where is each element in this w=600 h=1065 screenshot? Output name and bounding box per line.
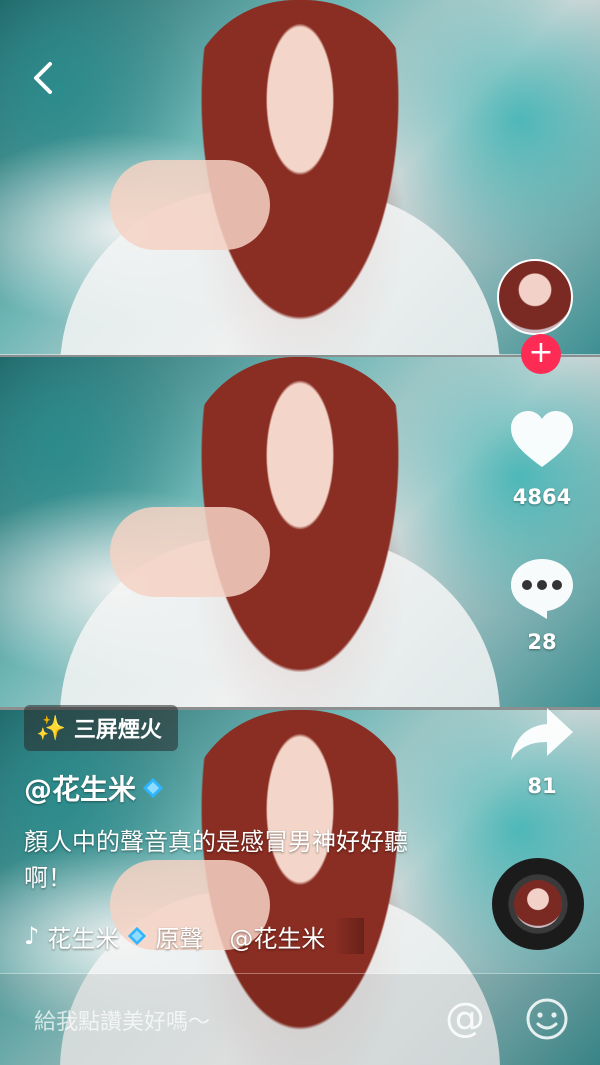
effect-tag[interactable]: ✨ 三屏煙火: [24, 705, 178, 751]
author-row[interactable]: @花生米: [24, 768, 164, 808]
verified-badge-icon: [128, 926, 147, 946]
music-note-icon: ♪: [24, 922, 40, 950]
author-avatar[interactable]: [497, 259, 573, 335]
music-artist: 花生米: [47, 924, 120, 953]
chevron-left-icon: [34, 62, 52, 94]
music-disc-cover: [514, 880, 562, 928]
heart-icon: [511, 411, 573, 467]
follow-button[interactable]: +: [521, 334, 561, 374]
comment-count: 28: [527, 630, 557, 654]
share-count: 81: [527, 774, 557, 798]
verified-badge-icon: [143, 778, 164, 798]
music-fade: [334, 918, 364, 954]
comment-input[interactable]: 給我點讚美好嗎～: [34, 1004, 210, 1036]
effect-tag-label: 三屏煙火: [73, 718, 162, 743]
plus-icon: +: [528, 335, 554, 370]
smiley-icon: [526, 998, 568, 1040]
comment-bubble-icon: [511, 559, 573, 619]
like-count: 4864: [512, 485, 572, 509]
sparkle-wand-icon: ✨: [36, 714, 66, 742]
author-handle[interactable]: @花生米: [24, 768, 136, 808]
music-info[interactable]: ♪ 花生米 原聲 @花生米: [24, 918, 364, 954]
comment-button[interactable]: [507, 553, 577, 623]
music-credit: @花生米: [229, 924, 326, 953]
mention-button[interactable]: @: [441, 996, 489, 1042]
like-button[interactable]: [507, 405, 577, 475]
emoji-button[interactable]: [524, 996, 570, 1042]
share-arrow-icon: [511, 708, 573, 760]
music-title: 原聲: [155, 924, 204, 953]
video-caption: 顏人中的聲音真的是感冒男神好好聽啊！: [24, 828, 408, 892]
share-button[interactable]: [507, 700, 577, 770]
back-button[interactable]: [26, 58, 62, 98]
